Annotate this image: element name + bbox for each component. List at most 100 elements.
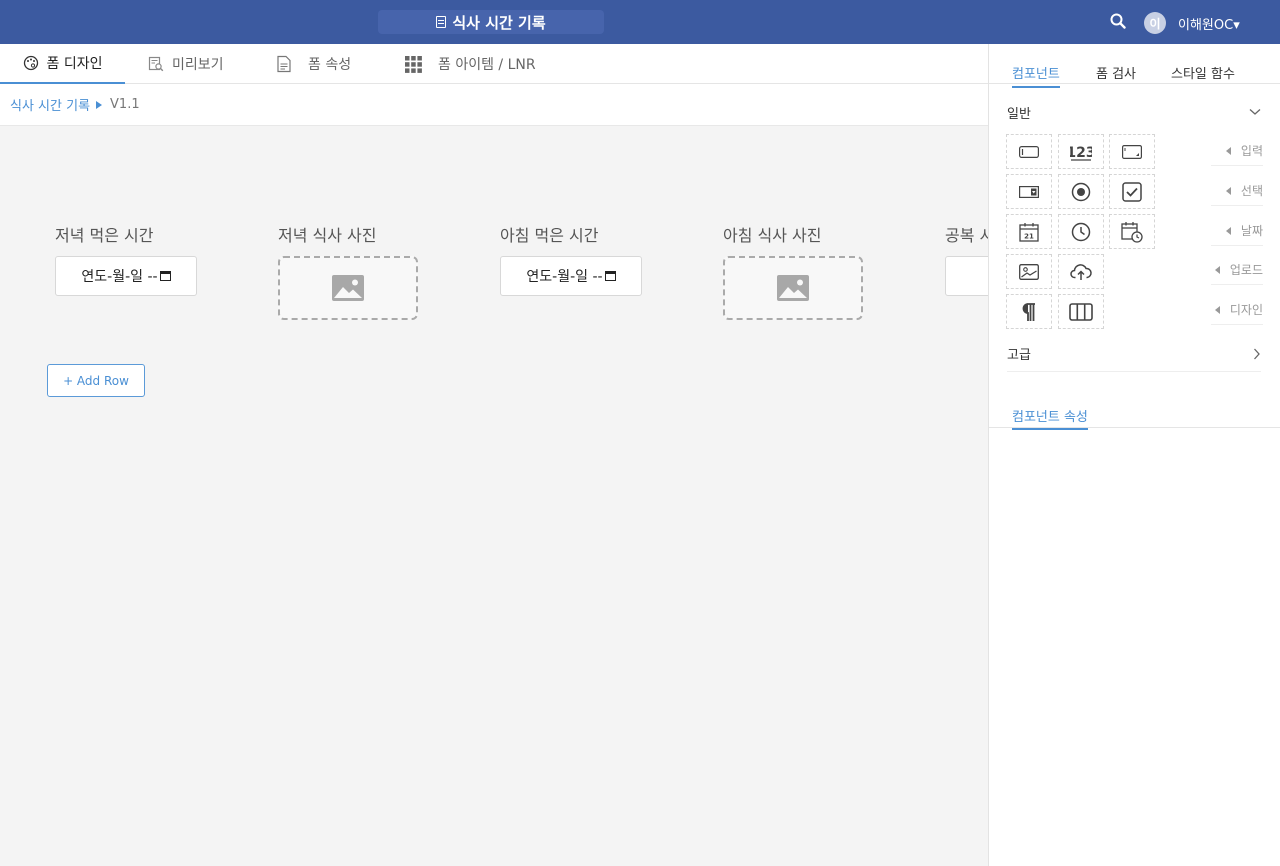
columns-component[interactable] (1058, 294, 1104, 329)
panel-tabs: 컴포넌트 폼 검사 스타일 함수 (989, 44, 1280, 88)
tab-form-design[interactable]: 폼 디자인 (0, 44, 125, 84)
image-placeholder-icon (332, 275, 364, 301)
tab-form-properties[interactable]: 폼 속성 (276, 44, 351, 84)
chevron-right-icon (1254, 348, 1260, 359)
add-row-button[interactable]: + Add Row (47, 364, 145, 397)
category-label: 선택 (1240, 184, 1263, 198)
section-general[interactable]: 일반 (1007, 94, 1261, 130)
section-label: 일반 (1007, 106, 1031, 122)
image-icon (1019, 263, 1039, 280)
form-title: 식사 시간 기록 (378, 10, 604, 34)
calendar-icon: 21 (1019, 222, 1039, 242)
photo-upload-box[interactable] (278, 256, 418, 320)
date-input[interactable]: 연도-월-일 -- (500, 256, 642, 296)
clock-icon (1071, 222, 1091, 241)
number-input-component[interactable]: 123 (1058, 134, 1104, 169)
tab-preview[interactable]: 미리보기 (148, 44, 224, 84)
date-component[interactable]: 21 (1006, 214, 1052, 249)
svg-text:123: 123 (1070, 145, 1092, 161)
dropdown-component[interactable] (1006, 174, 1052, 209)
paragraph-component[interactable] (1006, 294, 1052, 329)
svg-text:21: 21 (1024, 232, 1034, 240)
category-input[interactable]: 입력 (1211, 136, 1263, 166)
caret-left-icon (1225, 226, 1231, 235)
checkbox-icon (1122, 181, 1142, 202)
tab-form-check[interactable]: 폼 검사 (1096, 63, 1136, 86)
field-label: 저녁 먹은 시간 (55, 226, 154, 245)
category-label: 디자인 (1229, 303, 1263, 317)
calendar-icon[interactable] (604, 271, 616, 281)
palette-icon (23, 55, 39, 71)
category-label: 업로드 (1229, 263, 1263, 277)
field-label: 아침 먹은 시간 (500, 226, 599, 245)
tab-form-items[interactable]: 폼 아이템 / LNR (405, 44, 536, 84)
preview-icon (148, 56, 164, 72)
grid-icon (405, 55, 422, 73)
tab-component-properties[interactable]: 컴포넌트 속성 (1012, 406, 1088, 430)
datetime-component[interactable] (1109, 214, 1155, 249)
radio-icon (1071, 182, 1091, 201)
tab-components[interactable]: 컴포넌트 (1012, 63, 1060, 88)
search-icon[interactable] (1110, 13, 1126, 29)
date-input[interactable]: 연도-월-일 -- (55, 256, 197, 296)
form-field-fasting[interactable]: 공복 시 (945, 222, 988, 296)
date-input-value: 연도-월-일 -- (526, 269, 603, 285)
breadcrumb-form-link[interactable]: 식사 시간 기록 (10, 95, 90, 114)
form-field-breakfast-photo[interactable]: 아침 식사 사진 (723, 222, 863, 320)
text-field-icon (1019, 145, 1039, 158)
category-design[interactable]: 디자인 (1211, 295, 1263, 325)
pilcrow-icon (1022, 302, 1035, 321)
text-input[interactable] (945, 256, 988, 296)
user-menu[interactable]: 이해원OC▾ (1178, 14, 1240, 33)
component-properties-header: 컴포넌트 속성 (989, 402, 1280, 430)
field-label: 공복 시 (945, 226, 988, 245)
form-canvas: 저녁 먹은 시간 연도-월-일 -- 저녁 식사 사진 아침 먹은 시간 연도-… (0, 126, 988, 866)
field-label: 저녁 식사 사진 (278, 226, 377, 245)
form-title-text: 식사 시간 기록 (452, 13, 546, 32)
radio-component[interactable] (1058, 174, 1104, 209)
file-upload-component[interactable] (1058, 254, 1104, 289)
calendar-icon[interactable] (159, 271, 171, 281)
caret-left-icon (1214, 265, 1220, 274)
cloud-upload-icon (1070, 263, 1092, 280)
top-bar: 식사 시간 기록 이 이해원OC▾ (0, 0, 1280, 44)
design-tabs: 폼 디자인 미리보기 폼 속성 폼 아이템 / LNR (0, 44, 988, 84)
photo-upload-box[interactable] (723, 256, 863, 320)
section-label: 고급 (1007, 348, 1031, 363)
image-upload-component[interactable] (1006, 254, 1052, 289)
form-field-dinner-time[interactable]: 저녁 먹은 시간 연도-월-일 -- (55, 222, 197, 296)
component-panel: 컴포넌트 폼 검사 스타일 함수 일반 123 21 입력 선택 날짜 업로드 … (988, 44, 1280, 866)
form-field-breakfast-time[interactable]: 아침 먹은 시간 연도-월-일 -- (500, 222, 642, 296)
text-input-component[interactable] (1006, 134, 1052, 169)
breadcrumb: 식사 시간 기록 V1.1 (0, 84, 988, 126)
document-icon (276, 55, 292, 73)
tab-label: 폼 디자인 (46, 56, 103, 72)
caret-left-icon (1214, 305, 1220, 314)
tab-label: 폼 속성 (308, 57, 352, 73)
select-icon (1019, 185, 1039, 198)
datetime-icon (1121, 221, 1143, 243)
columns-icon (1069, 302, 1093, 321)
caret-right-icon (96, 100, 103, 109)
document-icon (436, 16, 447, 28)
section-advanced[interactable]: 고급 (1007, 336, 1261, 372)
textarea-component[interactable] (1109, 134, 1155, 169)
field-label: 아침 식사 사진 (723, 226, 822, 245)
tab-style-functions[interactable]: 스타일 함수 (1171, 63, 1235, 86)
category-upload[interactable]: 업로드 (1211, 255, 1263, 285)
avatar[interactable]: 이 (1144, 12, 1166, 34)
category-label: 날짜 (1240, 224, 1263, 238)
category-label: 입력 (1240, 144, 1263, 158)
breadcrumb-version: V1.1 (110, 97, 140, 112)
category-date[interactable]: 날짜 (1211, 216, 1263, 246)
checkbox-component[interactable] (1109, 174, 1155, 209)
time-component[interactable] (1058, 214, 1104, 249)
tab-label: 폼 아이템 / LNR (438, 57, 536, 73)
category-select[interactable]: 선택 (1211, 176, 1263, 206)
form-field-dinner-photo[interactable]: 저녁 식사 사진 (278, 222, 418, 320)
date-input-value: 연도-월-일 -- (81, 269, 158, 285)
chevron-down-icon (1249, 109, 1261, 115)
caret-left-icon (1225, 146, 1231, 155)
tab-label: 미리보기 (172, 57, 224, 73)
textarea-icon (1122, 144, 1142, 159)
